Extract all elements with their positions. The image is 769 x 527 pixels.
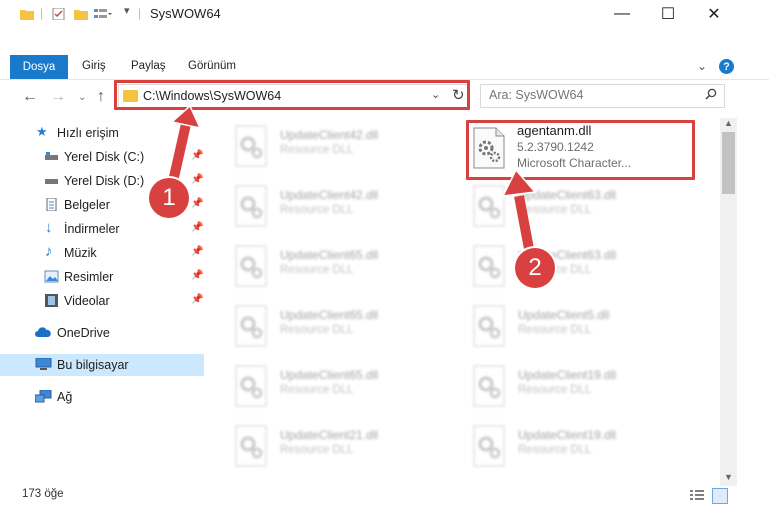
arrow-to-address-head [170,104,202,130]
arrow-to-file [514,195,535,255]
arrow-to-address [167,122,191,188]
step-2-marker: 2 [515,248,555,288]
arrow-to-file-head [501,168,537,197]
step-1-marker: 1 [149,178,189,218]
annotation-arrows [167,104,537,255]
